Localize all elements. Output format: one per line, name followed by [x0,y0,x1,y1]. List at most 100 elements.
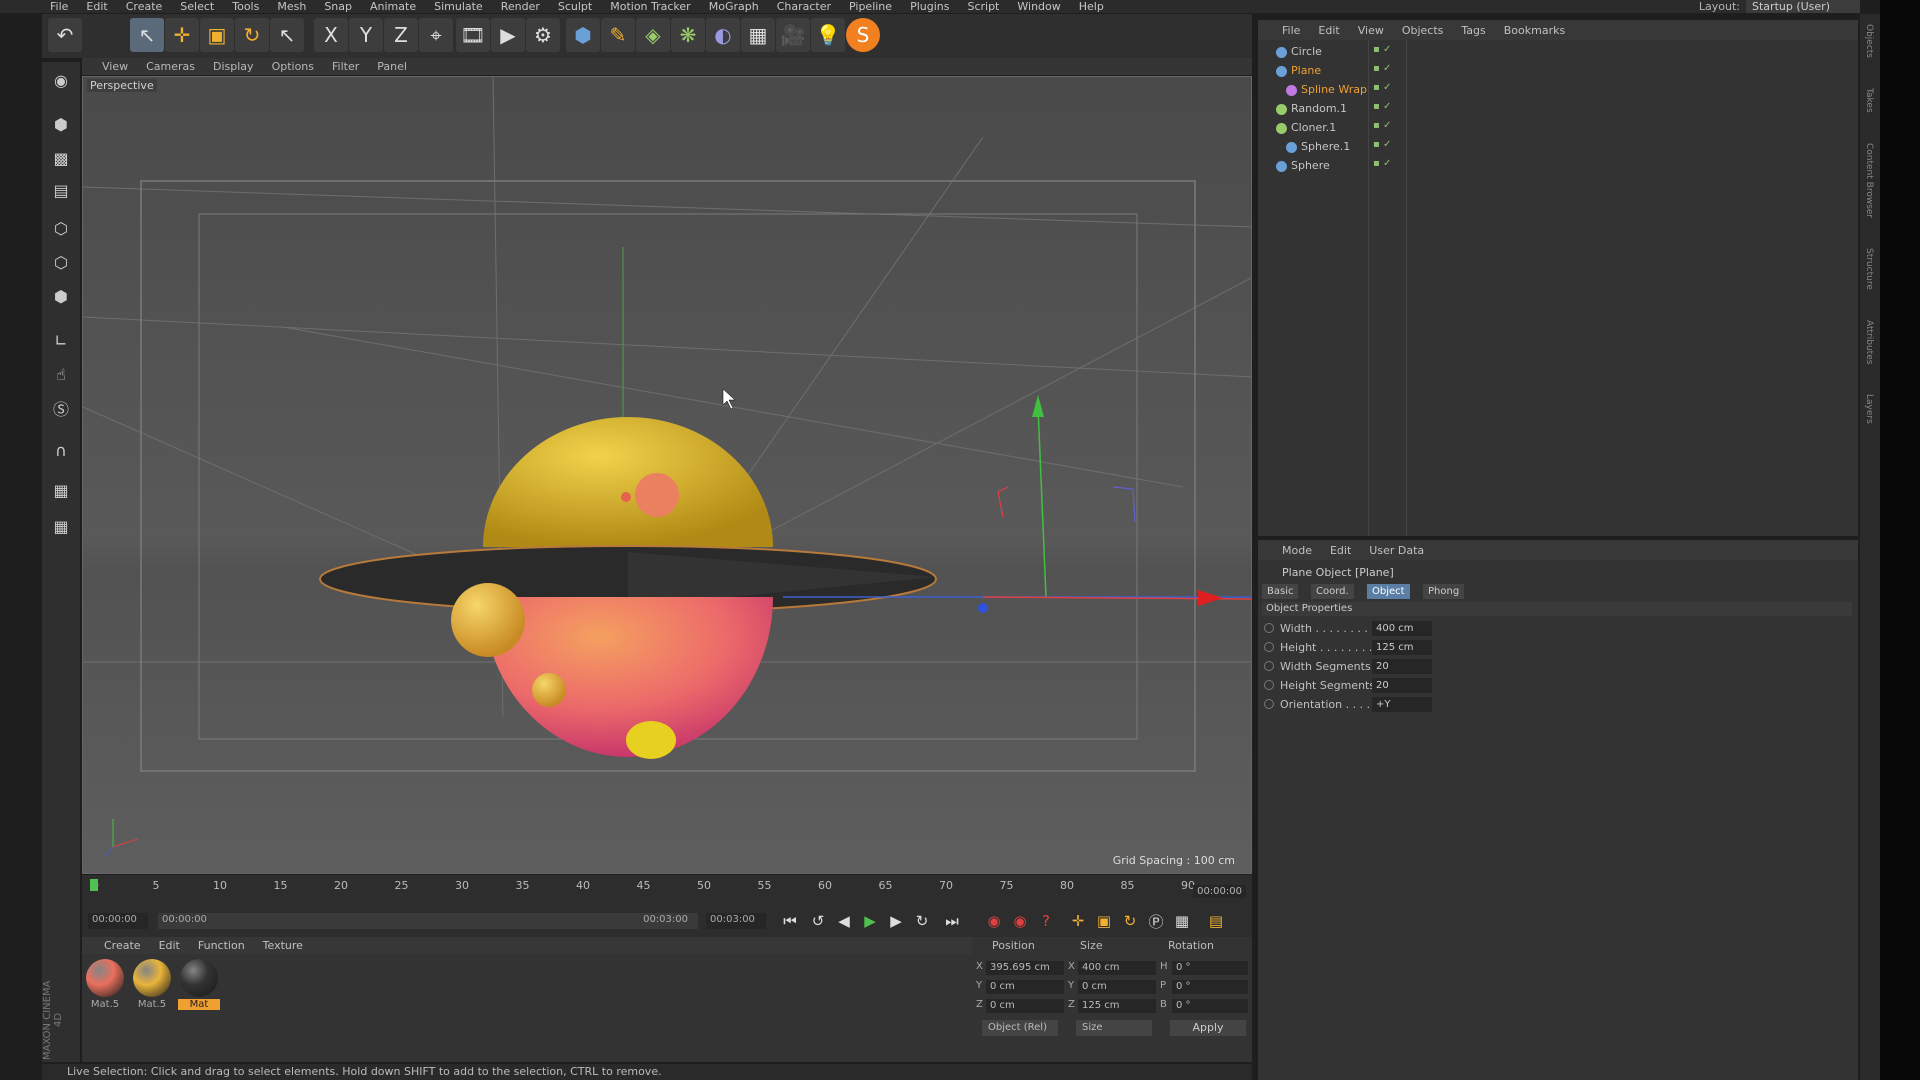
tab-basic[interactable]: Basic [1262,584,1299,599]
current-time-field[interactable]: 00:00:00 [1193,885,1246,898]
timeline-window-icon[interactable]: ▤ [1204,909,1228,933]
menu-window[interactable]: Window [1017,0,1060,13]
objects-menu-view[interactable]: View [1358,24,1384,37]
pen-button[interactable]: ✎ [601,18,635,52]
objects-menu-bookmarks[interactable]: Bookmarks [1504,24,1565,37]
menu-mograph[interactable]: MoGraph [709,0,759,13]
camera-button[interactable]: 🎥 [776,18,810,52]
floor-button[interactable]: ▦ [741,18,775,52]
visibility-check-icon[interactable]: ▪ ✓ [1373,101,1391,112]
rotation-field[interactable]: 0 ° [1172,980,1248,994]
viewport-menu-cameras[interactable]: Cameras [146,60,195,73]
property-value[interactable]: 20 [1372,678,1432,693]
subdivision-button[interactable]: ◈ [636,18,670,52]
side-tab-layers[interactable]: Layers [1864,394,1874,424]
position-field[interactable]: 395.695 cm [986,961,1064,975]
step-back-icon[interactable]: ↺ [806,909,830,933]
texture-mode-icon[interactable]: ▩ [46,144,76,172]
side-tab-structure[interactable]: Structure [1864,248,1874,290]
cube-button[interactable]: ⬢ [566,18,600,52]
property-value[interactable]: 125 cm [1372,640,1432,655]
visibility-check-icon[interactable]: ▪ ✓ [1373,158,1391,169]
tweak-mode-icon[interactable]: ☝ [46,360,76,388]
object-name[interactable]: Sphere [1291,159,1330,172]
object-item-circle[interactable]: Circle ▪ ✓ [1258,44,1858,62]
menu-plugins[interactable]: Plugins [910,0,949,13]
menu-render[interactable]: Render [501,0,540,13]
attributes-menu-mode[interactable]: Mode [1282,544,1312,557]
menu-tools[interactable]: Tools [232,0,259,13]
size-mode-dropdown[interactable]: Size [1076,1020,1152,1036]
object-item-sphere-1[interactable]: Sphere.1 ▪ ✓ [1258,139,1858,157]
polygons-mode-icon[interactable]: ⬢ [46,282,76,310]
property-value[interactable]: +Y [1372,697,1432,712]
property-value[interactable]: 20 [1372,659,1432,674]
tab-object[interactable]: Object [1367,584,1410,599]
menu-select[interactable]: Select [180,0,214,13]
make-editable-icon[interactable]: ◉ [46,66,76,94]
menu-sculpt[interactable]: Sculpt [558,0,592,13]
key-param-icon[interactable]: Ⓟ [1144,909,1168,933]
s-plugin-button[interactable]: S [846,18,880,52]
size-field[interactable]: 400 cm [1078,961,1156,975]
object-item-random-1[interactable]: Random.1 ▪ ✓ [1258,101,1858,119]
viewport[interactable]: Perspective Grid Spacing : 100 cm [82,76,1252,874]
objects-menu-tags[interactable]: Tags [1461,24,1485,37]
coordinate-system-button[interactable]: ⌖ [419,18,453,52]
edges-mode-icon[interactable]: ⬡ [46,248,76,276]
autokey-icon[interactable]: ◉ [1008,909,1032,933]
menu-character[interactable]: Character [777,0,831,13]
scale-button[interactable]: ▣ [200,18,234,52]
layout-dropdown[interactable]: Startup (User) [1746,0,1860,13]
objects-menu-objects[interactable]: Objects [1402,24,1444,37]
material-swatch[interactable]: Mat [178,959,220,1015]
tab-coord[interactable]: Coord. [1311,584,1354,599]
key-pla-icon[interactable]: ▦ [1170,909,1194,933]
size-field[interactable]: 0 cm [1078,980,1156,994]
model-mode-icon[interactable]: ⬢ [46,110,76,138]
array-button[interactable]: ❋ [671,18,705,52]
side-tab-takes[interactable]: Takes [1864,88,1874,113]
viewport-menu-view[interactable]: View [102,60,128,73]
viewport-menu-panel[interactable]: Panel [377,60,407,73]
playhead[interactable] [90,879,98,891]
prev-frame-icon[interactable]: ◀ [832,909,856,933]
property-value[interactable]: 400 cm [1372,621,1432,636]
apply-button[interactable]: Apply [1170,1020,1246,1036]
undo-button[interactable]: ↶ [48,18,82,52]
axis-mode-icon[interactable]: ∟ [46,326,76,354]
render-view-button[interactable]: 🎞 [456,18,490,52]
material-swatch[interactable]: Mat.5 [84,959,126,1015]
key-rotation-icon[interactable]: ↻ [1118,909,1142,933]
z-axis-button[interactable]: Z [384,18,418,52]
start-time-field[interactable]: 00:00:00 [88,913,148,929]
viewport-menu-options[interactable]: Options [272,60,314,73]
menu-simulate[interactable]: Simulate [434,0,483,13]
menu-help[interactable]: Help [1079,0,1104,13]
position-field[interactable]: 0 cm [986,980,1064,994]
object-name[interactable]: Sphere.1 [1301,140,1350,153]
rotation-field[interactable]: 0 ° [1172,999,1248,1013]
object-name[interactable]: Cloner.1 [1291,121,1336,134]
menu-script[interactable]: Script [967,0,999,13]
live-selection-button[interactable]: ↖ [130,18,164,52]
timeline[interactable]: 051015202530354045505560657075808590 00:… [82,875,1252,905]
workplane-icon[interactable]: ▦ [46,512,76,540]
visibility-check-icon[interactable]: ▪ ✓ [1373,120,1391,131]
material-menu-create[interactable]: Create [104,939,141,952]
render-settings-button[interactable]: ⚙ [526,18,560,52]
visibility-check-icon[interactable]: ▪ ✓ [1373,63,1391,74]
animate-radio-icon[interactable] [1264,642,1274,652]
attributes-menu-edit[interactable]: Edit [1330,544,1351,557]
object-name[interactable]: Circle [1291,45,1322,58]
menu-animate[interactable]: Animate [370,0,416,13]
side-tab-attributes[interactable]: Attributes [1864,320,1874,364]
animate-radio-icon[interactable] [1264,623,1274,633]
range-slider[interactable]: 00:00:00 00:03:00 [158,913,698,929]
y-axis-button[interactable]: Y [349,18,383,52]
play-icon[interactable]: ▶ [858,909,882,933]
keyframe-selection-icon[interactable]: ? [1034,909,1058,933]
rotate-button[interactable]: ↻ [235,18,269,52]
position-field[interactable]: 0 cm [986,999,1064,1013]
menu-motion-tracker[interactable]: Motion Tracker [610,0,690,13]
